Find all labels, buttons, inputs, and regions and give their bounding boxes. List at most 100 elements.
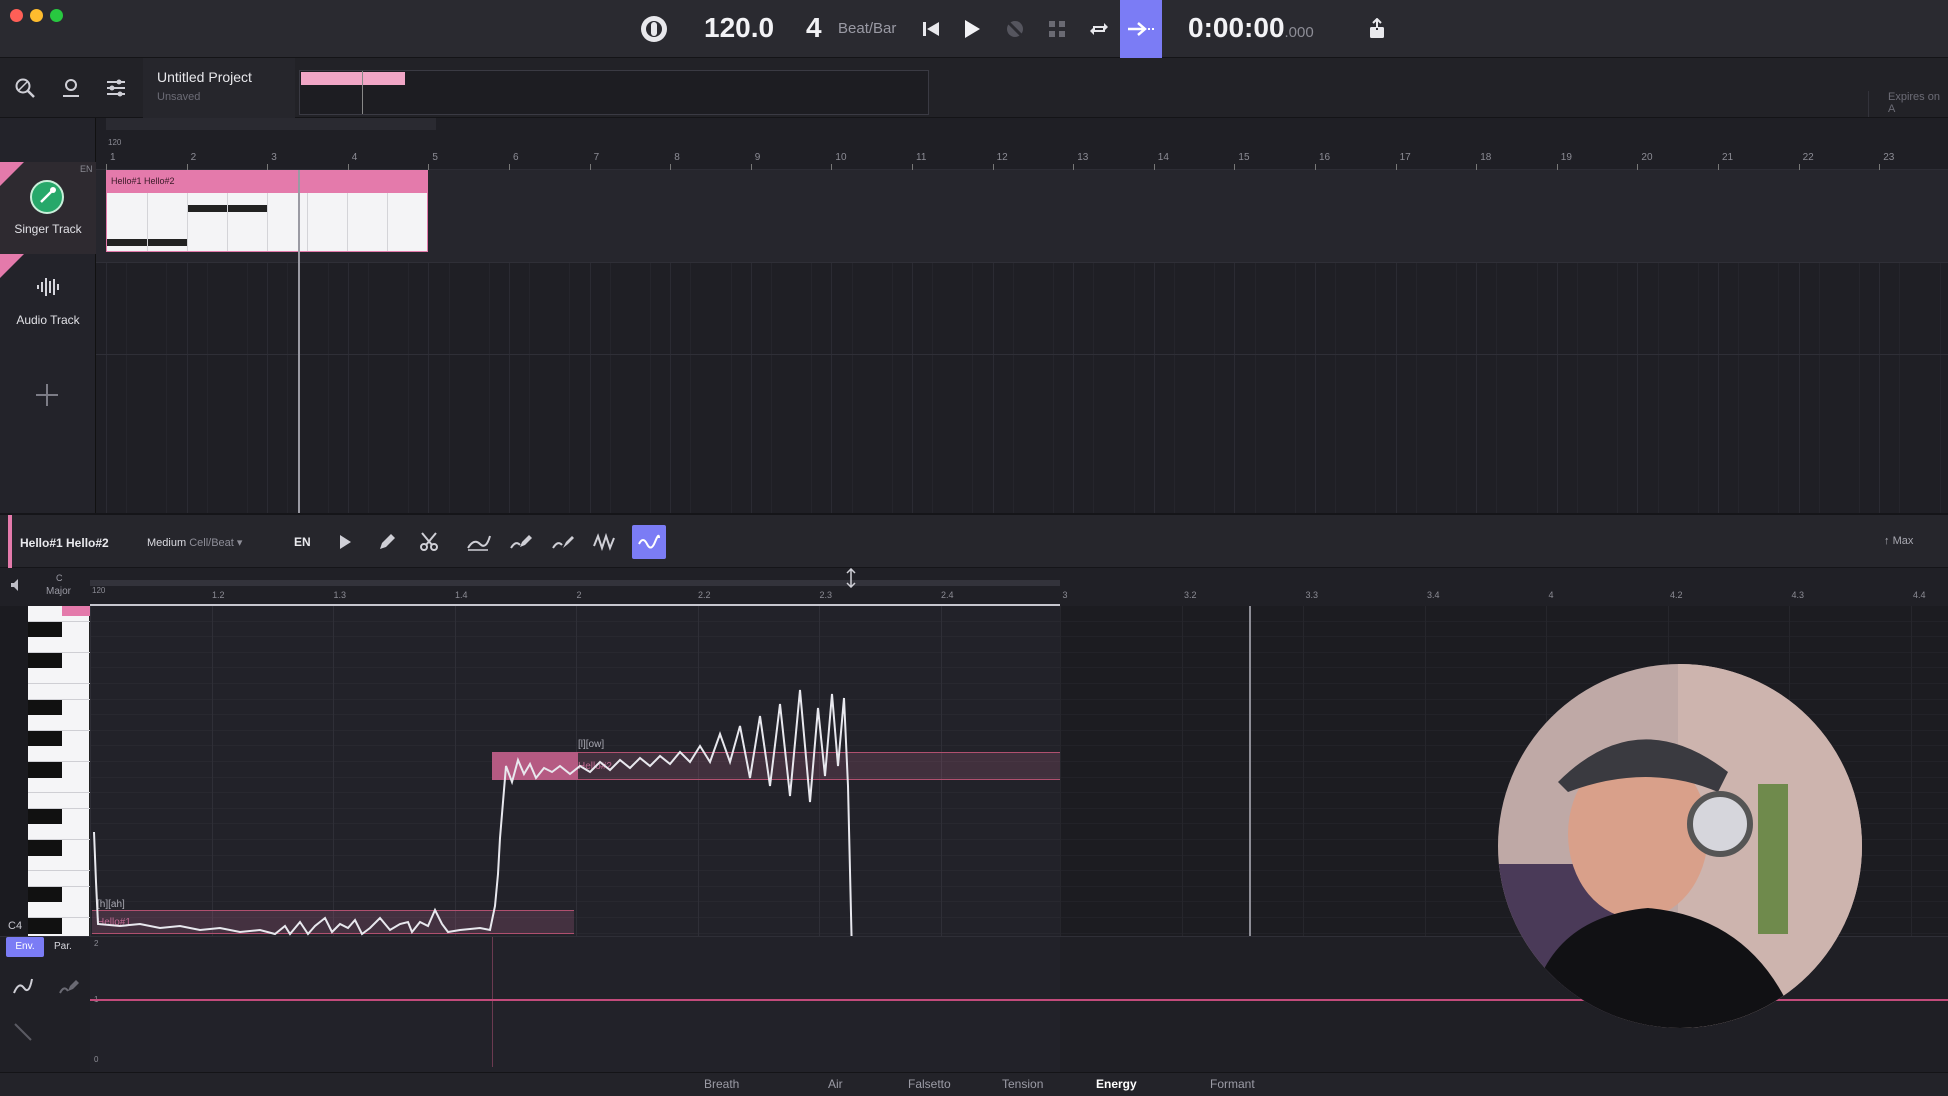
- piano-white-key[interactable]: [28, 684, 90, 700]
- editor-clip-name[interactable]: Hello#1 Hello#2: [20, 536, 109, 550]
- scissors-tool-icon[interactable]: [412, 525, 446, 559]
- quantize-dropdown[interactable]: Medium Cell/Beat ▾: [147, 536, 242, 549]
- ruler-mark[interactable]: 1.2: [212, 590, 225, 600]
- bar-number[interactable]: 21: [1722, 152, 1733, 163]
- piano-white-key[interactable]: [28, 856, 90, 872]
- param-lane-active[interactable]: 2 1 0: [90, 937, 1060, 1081]
- bar-number[interactable]: 6: [513, 152, 519, 163]
- ruler-mark[interactable]: 2.4: [941, 590, 954, 600]
- bar-number[interactable]: 5: [432, 152, 438, 163]
- ruler-mark[interactable]: 4.4: [1913, 590, 1926, 600]
- param-pen-tool-icon[interactable]: [58, 975, 80, 997]
- bar-number[interactable]: 13: [1077, 152, 1088, 163]
- piano-black-key[interactable]: [28, 699, 62, 716]
- minimize-window-button[interactable]: [30, 9, 43, 22]
- grid-snap-icon[interactable]: [1040, 10, 1074, 48]
- project-title[interactable]: Untitled Project: [157, 69, 252, 85]
- bar-number[interactable]: 4: [352, 152, 358, 163]
- piano-black-key[interactable]: [28, 918, 62, 934]
- bar-number[interactable]: 16: [1319, 152, 1330, 163]
- param-tab-air[interactable]: Air: [828, 1077, 843, 1091]
- piano-black-key[interactable]: [28, 808, 62, 825]
- bar-number[interactable]: 2: [191, 152, 197, 163]
- add-track-icon[interactable]: [34, 382, 60, 408]
- piano-white-key[interactable]: [28, 715, 90, 731]
- bar-number[interactable]: 15: [1238, 152, 1249, 163]
- drag-handle-icon[interactable]: [845, 568, 857, 589]
- param-tab-falsetto[interactable]: Falsetto: [908, 1077, 951, 1091]
- ruler-mark[interactable]: 4.3: [1792, 590, 1805, 600]
- param-tab-breath[interactable]: Breath: [704, 1077, 739, 1091]
- tab-parameters[interactable]: Par.: [54, 941, 72, 952]
- vibrato-tool-icon[interactable]: [588, 525, 622, 559]
- piano-white-key[interactable]: [28, 793, 90, 809]
- track-language[interactable]: EN: [80, 164, 93, 174]
- piano-black-key[interactable]: [28, 621, 62, 638]
- ruler-mark[interactable]: 2.2: [698, 590, 711, 600]
- piano-keyboard[interactable]: [28, 606, 90, 936]
- ruler-mark[interactable]: 3: [1063, 590, 1068, 600]
- pitch-pen-tool-icon[interactable]: [504, 525, 538, 559]
- bar-number[interactable]: 23: [1883, 152, 1894, 163]
- audio-lane[interactable]: [96, 263, 1948, 355]
- maximize-editor-button[interactable]: ↑ Max: [1884, 535, 1913, 547]
- pencil-tool-icon[interactable]: [370, 525, 404, 559]
- close-window-button[interactable]: [10, 9, 23, 22]
- bar-number[interactable]: 22: [1803, 152, 1814, 163]
- pitch-curve-tool-icon[interactable]: [462, 525, 496, 559]
- bar-number[interactable]: 8: [674, 152, 680, 163]
- piano-white-key[interactable]: [28, 824, 90, 840]
- piano-white-key[interactable]: [28, 871, 90, 887]
- ruler-mark[interactable]: 3.3: [1306, 590, 1319, 600]
- record-disabled-icon[interactable]: [998, 10, 1032, 48]
- loop-icon[interactable]: [1082, 10, 1116, 48]
- key-root[interactable]: C: [56, 573, 63, 583]
- param-tab-formant[interactable]: Formant: [1210, 1077, 1255, 1091]
- bar-number[interactable]: 3: [271, 152, 277, 163]
- param-line-tool-icon[interactable]: [12, 1021, 34, 1043]
- piano-white-key[interactable]: [28, 778, 90, 794]
- language-selector[interactable]: EN: [294, 535, 311, 549]
- tempo-value[interactable]: 120.0: [704, 12, 774, 44]
- beats-per-bar-value[interactable]: 4: [806, 12, 822, 44]
- piano-black-key[interactable]: [28, 840, 62, 856]
- arrangement-view[interactable]: 120 1 2 3 4 5 6 7 8 9 10 11 12 13 14 15 16 17 18 19 20 21 22 2…: [96, 118, 1948, 513]
- bar-number[interactable]: 18: [1480, 152, 1491, 163]
- piano-white-key[interactable]: [28, 637, 90, 653]
- ruler-mark[interactable]: 4.2: [1670, 590, 1683, 600]
- piano-white-key[interactable]: [28, 746, 90, 762]
- piano-black-key[interactable]: [28, 762, 62, 778]
- ruler-mark[interactable]: 4: [1549, 590, 1554, 600]
- user-icon[interactable]: [54, 71, 88, 105]
- piano-white-key[interactable]: [28, 902, 90, 918]
- singer-track-header[interactable]: EN Singer Track: [0, 162, 96, 254]
- bar-number[interactable]: 14: [1158, 152, 1169, 163]
- follow-playhead-button[interactable]: [1120, 0, 1162, 58]
- piano-black-key[interactable]: [28, 652, 62, 669]
- tab-envelope[interactable]: Env.: [6, 937, 44, 957]
- ruler-mark[interactable]: 2.3: [820, 590, 833, 600]
- key-scale[interactable]: Major: [46, 586, 71, 597]
- bar-number[interactable]: 9: [755, 152, 761, 163]
- export-icon[interactable]: [1360, 10, 1394, 48]
- ruler-mark[interactable]: 1.4: [455, 590, 468, 600]
- pitch-curve[interactable]: [90, 606, 1070, 936]
- speaker-icon[interactable]: [10, 578, 24, 592]
- zoom-window-button[interactable]: [50, 9, 63, 22]
- editor-scrollbar[interactable]: [90, 580, 1060, 586]
- ruler-mark[interactable]: 2: [577, 590, 582, 600]
- param-tab-tension[interactable]: Tension: [1002, 1077, 1043, 1091]
- overview-minimap[interactable]: [299, 70, 929, 115]
- arrange-scrollbar[interactable]: [106, 118, 436, 130]
- piano-white-key[interactable]: [28, 668, 90, 684]
- audio-track-header[interactable]: Audio Track: [0, 276, 96, 368]
- editor-ruler[interactable]: 120 1.2 1.3 1.4 2 2.2 2.3 2.4 3 3.2 3.3 3.4 4 4.2 4.3…: [90, 568, 1948, 606]
- pitch-view-toggle-icon[interactable]: [632, 525, 666, 559]
- bar-number[interactable]: 7: [594, 152, 600, 163]
- ruler-mark[interactable]: 1.3: [334, 590, 347, 600]
- bar-number[interactable]: 1: [110, 152, 116, 163]
- piano-black-key[interactable]: [28, 730, 62, 747]
- skip-back-icon[interactable]: [914, 10, 948, 48]
- param-curve-tool-icon[interactable]: [12, 975, 34, 997]
- singer-avatar-icon[interactable]: [30, 180, 64, 214]
